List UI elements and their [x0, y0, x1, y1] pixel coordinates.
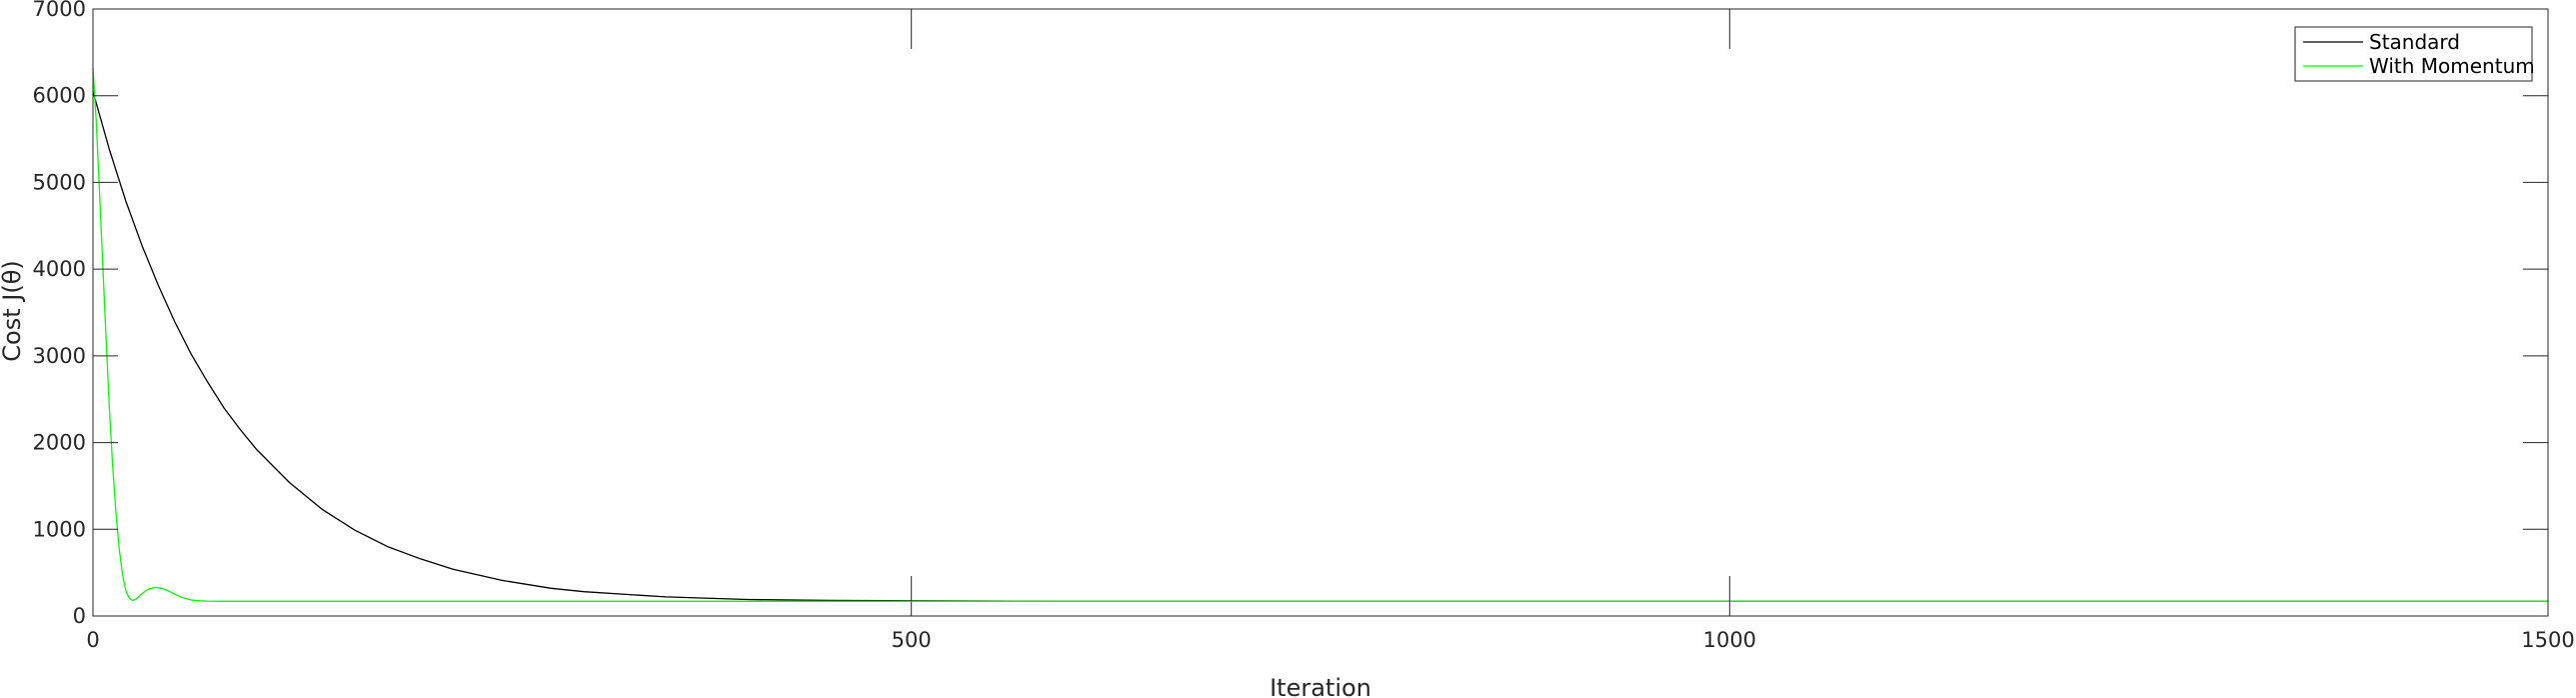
figure-background: [0, 0, 2576, 698]
x-axis-title: Iteration: [1270, 674, 1371, 698]
x-tick-label: 1500: [2521, 628, 2574, 652]
y-tick-label: 0: [73, 604, 86, 628]
y-tick-label: 6000: [33, 84, 86, 108]
y-tick-label: 5000: [33, 170, 86, 194]
line-chart: 0 500 1000 1500 0 1000 2000 3000 4000 5000 6000 700…: [0, 0, 2576, 698]
y-tick-label: 3000: [33, 344, 86, 368]
legend-label-with-momentum: With Momentum: [2369, 54, 2535, 78]
y-tick-label: 1000: [33, 517, 86, 541]
y-tick-label: 7000: [33, 0, 86, 21]
y-tick-label: 2000: [33, 431, 86, 455]
y-axis-title: Cost J(θ): [0, 260, 26, 361]
y-tick-label: 4000: [33, 257, 86, 281]
x-tick-label: 0: [86, 628, 99, 652]
legend-label-standard: Standard: [2369, 30, 2460, 54]
legend: Standard With Momentum: [2294, 26, 2535, 82]
x-tick-label: 500: [892, 628, 932, 652]
x-tick-label: 1000: [1703, 628, 1756, 652]
